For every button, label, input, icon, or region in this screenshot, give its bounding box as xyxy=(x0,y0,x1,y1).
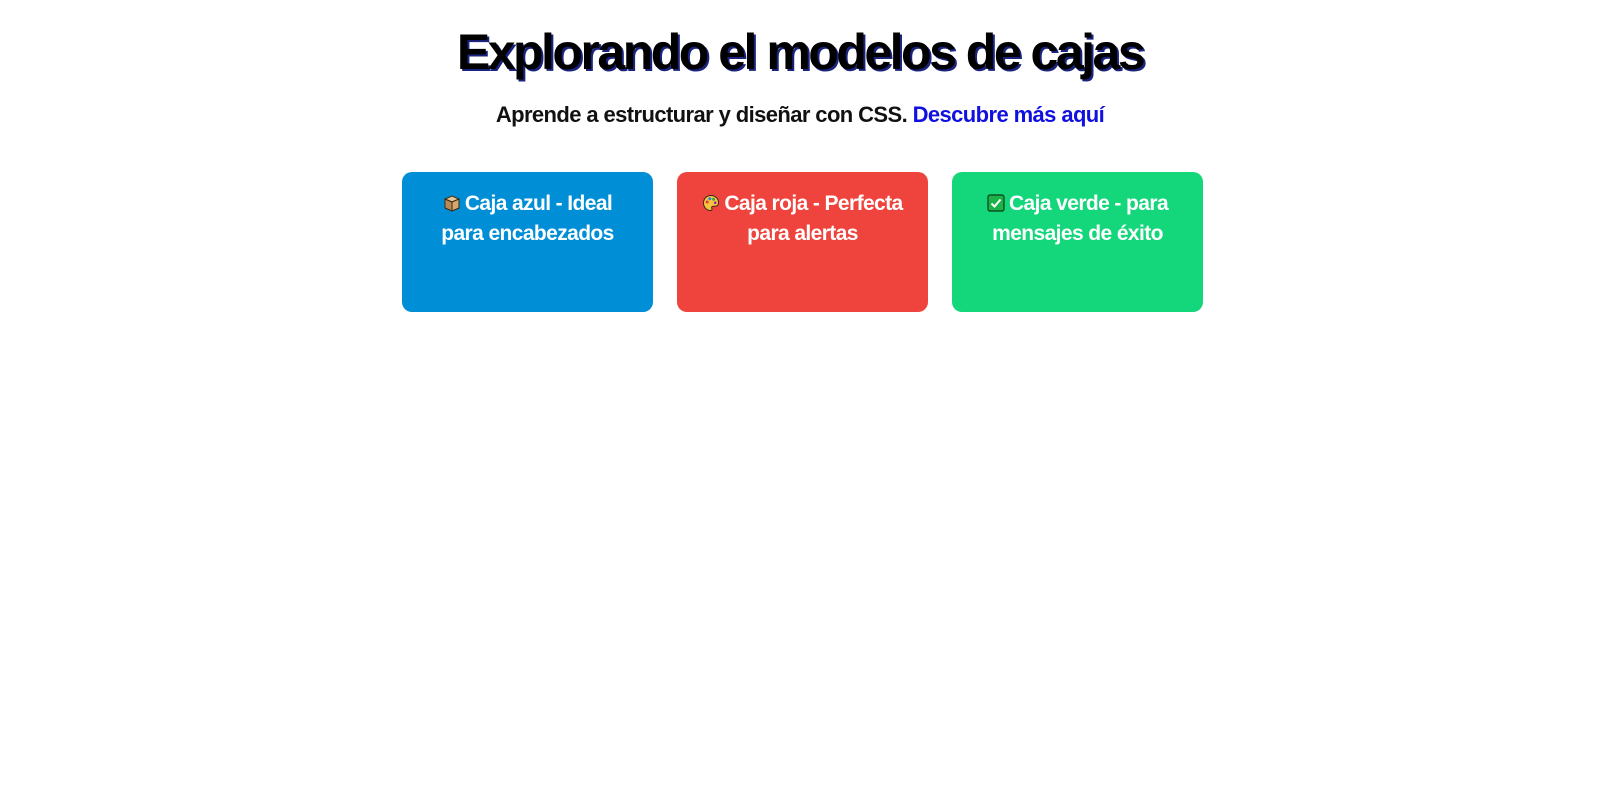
subtitle-text: Aprende a estructurar y diseñar con CSS. xyxy=(495,102,908,127)
box-cards: Caja azul - Ideal para encabezados Caja … xyxy=(402,172,1203,312)
blue-box-text: Caja azul - Ideal para encabezados xyxy=(441,192,614,245)
green-box-text: Caja verde - para mensajes de éxito xyxy=(992,192,1169,245)
red-box-card: Caja roja - Perfecta para alertas xyxy=(677,172,928,312)
green-box-card: Caja verde - para mensajes de éxito xyxy=(952,172,1203,312)
learn-more-link[interactable]: Descubre más aquí xyxy=(913,102,1105,127)
blue-box-card: Caja azul - Ideal para encabezados xyxy=(402,172,653,312)
check-mark-icon xyxy=(987,194,1005,212)
page: Explorando el modelos de cajas Aprende a… xyxy=(0,0,1600,793)
page-subtitle: Aprende a estructurar y diseñar con CSS.… xyxy=(0,100,1600,130)
palette-icon xyxy=(702,194,720,212)
package-icon xyxy=(443,194,461,212)
page-title: Explorando el modelos de cajas xyxy=(456,24,1146,80)
red-box-text: Caja roja - Perfecta para alertas xyxy=(724,192,903,245)
